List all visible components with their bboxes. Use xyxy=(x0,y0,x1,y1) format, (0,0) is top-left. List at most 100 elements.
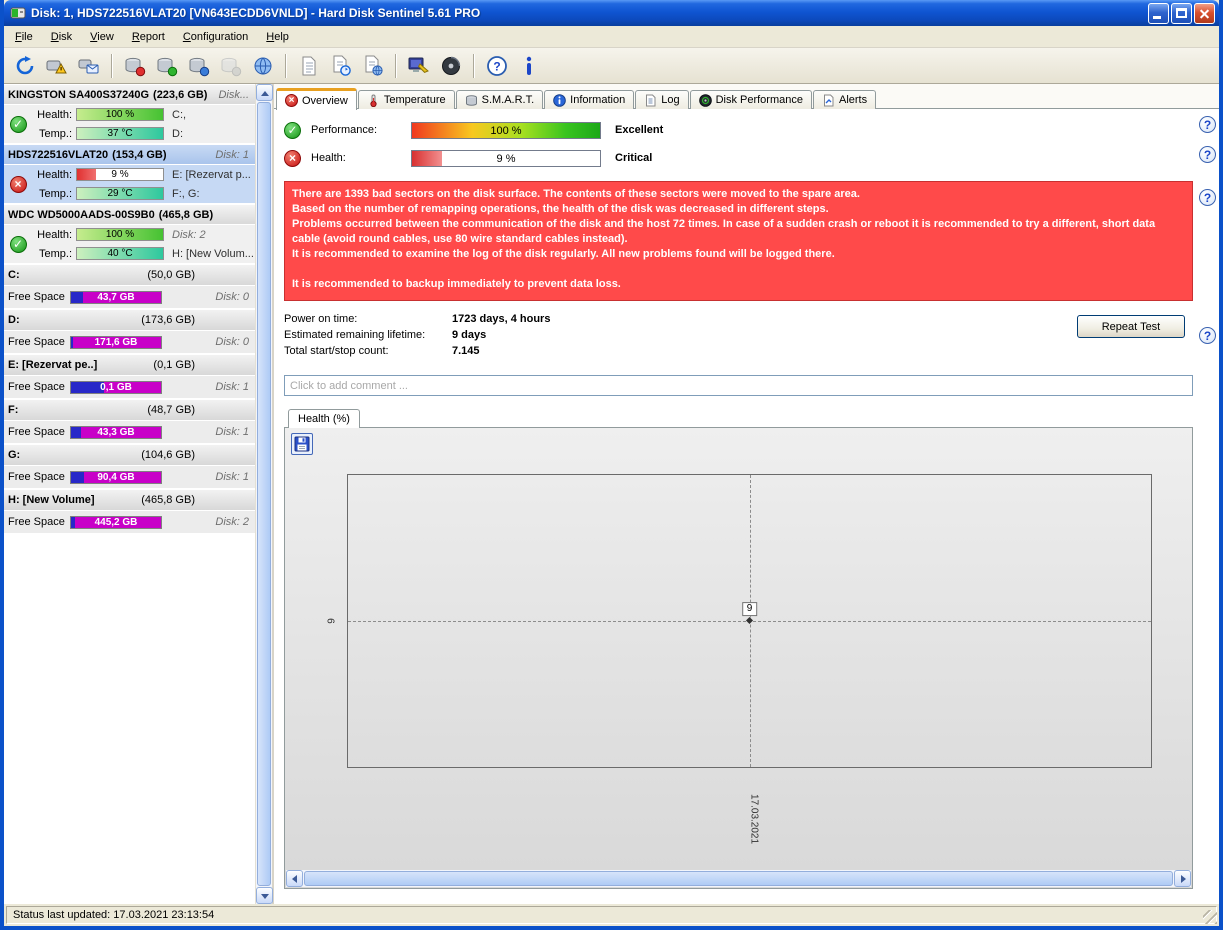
partition-item-g[interactable]: G: (104,6 GB) Free Space 90,4 GB Disk: 1 xyxy=(4,445,255,488)
disk-test-disabled-icon[interactable] xyxy=(216,51,246,81)
free-space-label: Free Space xyxy=(8,516,65,528)
menu-help[interactable]: Help xyxy=(257,28,298,46)
partition-item-h[interactable]: H: [New Volume] (465,8 GB) Free Space 44… xyxy=(4,490,255,533)
tab-label: Overview xyxy=(302,94,348,107)
log-icon xyxy=(644,94,657,107)
information-icon[interactable] xyxy=(514,51,544,81)
tab-log[interactable]: Log xyxy=(635,90,689,109)
scroll-left-button[interactable] xyxy=(286,870,303,887)
resize-grip[interactable] xyxy=(1203,910,1217,924)
window-title: Disk: 1, HDS722516VLAT20 [VN643ECDD6VNLD… xyxy=(31,6,481,20)
report-web-icon[interactable] xyxy=(358,51,388,81)
free-space-label: Free Space xyxy=(8,381,65,393)
warning-backup-line: It is recommended to backup immediately … xyxy=(292,278,621,290)
toolbar-separator xyxy=(395,53,397,78)
data-point-label: 9 xyxy=(741,602,758,617)
health-label: Health: xyxy=(37,168,72,181)
menu-file[interactable]: File xyxy=(6,28,42,46)
disk-item-wdc[interactable]: WDC WD5000AADS-00S9B0 (465,8 GB) ✓ Healt… xyxy=(4,205,255,263)
scroll-right-button[interactable] xyxy=(1174,870,1191,887)
close-button[interactable] xyxy=(1194,2,1215,24)
disk-name: WDC WD5000AADS-00S9B0 xyxy=(8,208,155,221)
free-space-bar: 90,4 GB xyxy=(70,470,162,484)
help-icon-test[interactable]: ? xyxy=(1199,327,1216,344)
temp-label: Temp.: xyxy=(38,127,72,140)
disk-test-red-icon[interactable] xyxy=(120,51,150,81)
refresh-icon[interactable] xyxy=(10,51,40,81)
disk-test-blue-icon[interactable] xyxy=(184,51,214,81)
tab-overview[interactable]: × Overview xyxy=(276,88,357,110)
performance-row: ✓ Performance: 100 % Excellent xyxy=(284,117,1193,143)
help-icon[interactable]: ? xyxy=(482,51,512,81)
drive-letters: E: [Rezervat p... xyxy=(172,168,251,181)
y-axis-tick: 9 xyxy=(326,618,338,624)
help-icon-warning[interactable]: ? xyxy=(1199,189,1216,206)
disk-test-green-icon[interactable] xyxy=(152,51,182,81)
status-text: Status last updated: 17.03.2021 23:13:54 xyxy=(6,906,1217,924)
tab-disk-performance[interactable]: Disk Performance xyxy=(689,90,812,109)
thermometer-icon xyxy=(367,94,380,107)
performance-icon xyxy=(698,93,712,107)
disk-media-icon[interactable] xyxy=(436,51,466,81)
data-point-marker xyxy=(745,616,753,625)
maximize-button[interactable] xyxy=(1171,2,1192,24)
menu-view[interactable]: View xyxy=(81,28,123,46)
partition-size: (48,7 GB) xyxy=(147,404,195,416)
temp-meter: 40 °C xyxy=(76,247,164,260)
minimize-button[interactable] xyxy=(1148,2,1169,24)
scroll-track[interactable] xyxy=(303,870,1174,887)
partition-item-e[interactable]: E: [Rezervat pe..] (0,1 GB) Free Space 0… xyxy=(4,355,255,398)
help-icon-health[interactable]: ? xyxy=(1199,146,1216,163)
disk-size: (153,4 GB) xyxy=(112,148,167,161)
scroll-thumb[interactable] xyxy=(304,871,1173,886)
drive-letters: F:, G: xyxy=(172,187,200,200)
stat-label: Power on time: xyxy=(284,313,358,325)
disk-warning-icon[interactable] xyxy=(42,51,72,81)
scroll-track[interactable] xyxy=(256,101,272,887)
help-icon-performance[interactable]: ? xyxy=(1199,116,1216,133)
surface-test-icon[interactable] xyxy=(404,51,434,81)
partition-item-f[interactable]: F: (48,7 GB) Free Space 43,3 GB Disk: 1 xyxy=(4,400,255,443)
stats-section: Power on time: 1723 days, 4 hours Estimat… xyxy=(284,311,1193,365)
disk-size: (465,8 GB) xyxy=(158,208,214,221)
comment-input[interactable] xyxy=(284,375,1193,396)
disk-sidebar: KINGSTON SA400S37240G (223,6 GB) Disk...… xyxy=(4,84,274,904)
scroll-thumb[interactable] xyxy=(257,102,271,886)
scroll-down-button[interactable] xyxy=(256,887,273,904)
warning-line: Based on the number of remapping operati… xyxy=(292,203,829,215)
tab-label: S.M.A.R.T. xyxy=(481,94,535,106)
report-refresh-icon[interactable] xyxy=(326,51,356,81)
world-icon[interactable] xyxy=(248,51,278,81)
chart-tab-health[interactable]: Health (%) xyxy=(288,409,360,428)
chart-hscrollbar[interactable] xyxy=(286,870,1191,887)
disk-list: KINGSTON SA400S37240G (223,6 GB) Disk...… xyxy=(4,84,255,904)
title-bar[interactable]: Disk: 1, HDS722516VLAT20 [VN643ECDD6VNLD… xyxy=(4,0,1219,26)
drive-letters: H: [New Volum... xyxy=(172,247,254,260)
repeat-test-button[interactable]: Repeat Test xyxy=(1077,315,1185,338)
app-window: Disk: 1, HDS722516VLAT20 [VN643ECDD6VNLD… xyxy=(0,0,1223,930)
menu-configuration[interactable]: Configuration xyxy=(174,28,257,46)
svg-text:?: ? xyxy=(493,59,500,73)
report-document-icon[interactable] xyxy=(294,51,324,81)
disk-monitor-icon[interactable] xyxy=(74,51,104,81)
disk-item-hds722516-selected[interactable]: HDS722516VLAT20 (153,4 GB) Disk: 1 × Hea… xyxy=(4,145,255,203)
partition-item-c[interactable]: C: (50,0 GB) Free Space 43,7 GB Disk: 0 xyxy=(4,265,255,308)
scroll-up-button[interactable] xyxy=(256,84,273,101)
menu-disk[interactable]: Disk xyxy=(42,28,81,46)
tab-smart[interactable]: S.M.A.R.T. xyxy=(455,90,544,109)
free-space-bar: 0,1 GB xyxy=(70,380,162,394)
sidebar-scrollbar[interactable] xyxy=(255,84,273,904)
tab-information[interactable]: Information xyxy=(544,90,635,109)
tab-temperature[interactable]: Temperature xyxy=(357,90,455,109)
partition-letter: C: xyxy=(8,269,20,281)
performance-gauge: 100 % xyxy=(411,121,601,139)
partition-item-d[interactable]: D: (173,6 GB) Free Space 171,6 GB Disk: … xyxy=(4,310,255,353)
alerts-icon xyxy=(822,94,835,107)
save-chart-button[interactable] xyxy=(291,433,313,455)
disk-item-kingston[interactable]: KINGSTON SA400S37240G (223,6 GB) Disk...… xyxy=(4,85,255,143)
menu-report[interactable]: Report xyxy=(123,28,174,46)
chart-plot-area[interactable]: 9 xyxy=(347,474,1152,768)
health-gauge: 9 % xyxy=(411,149,601,167)
tab-alerts[interactable]: Alerts xyxy=(812,90,877,109)
performance-label: Performance: xyxy=(311,124,378,136)
